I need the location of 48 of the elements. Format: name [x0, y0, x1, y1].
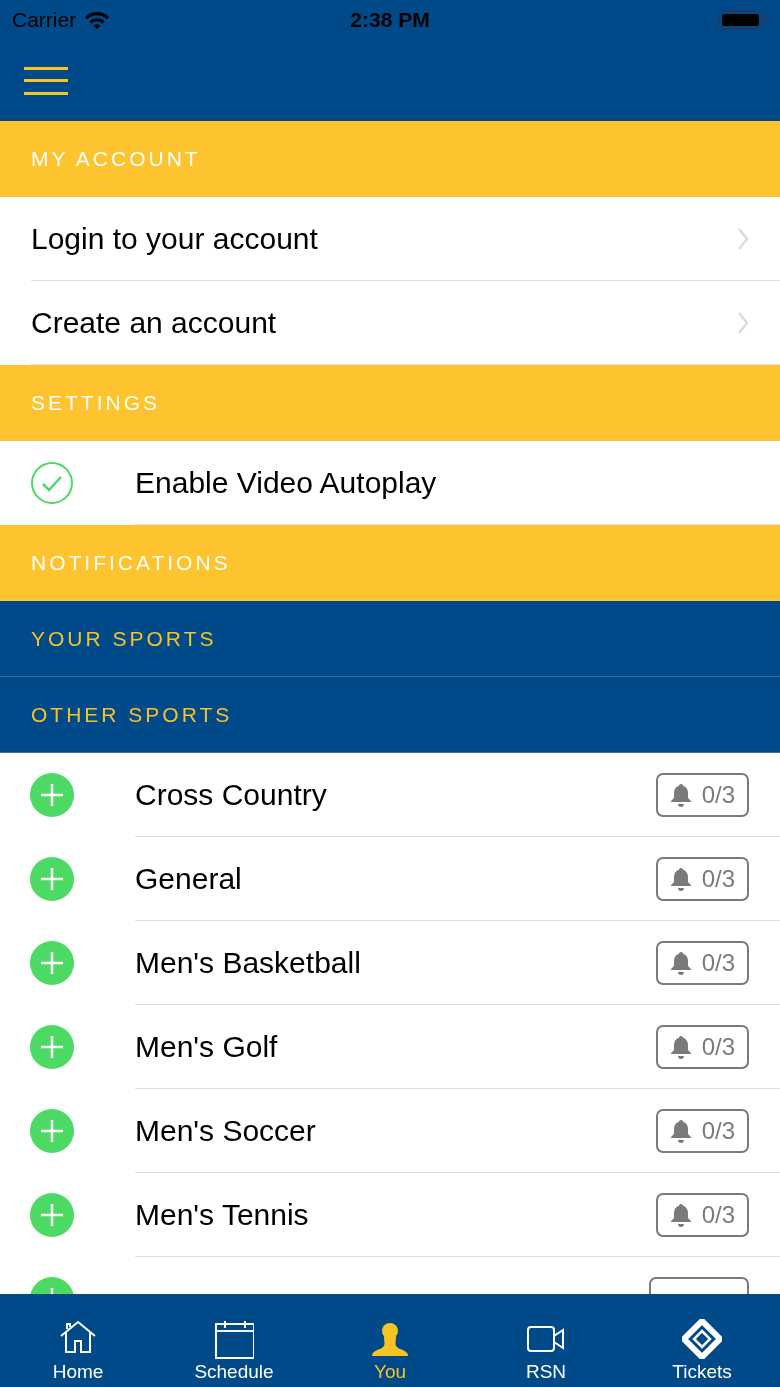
- notification-count-button[interactable]: 0/3: [655, 1024, 749, 1069]
- sport-name: Men's Soccer: [135, 1113, 317, 1148]
- bell-icon: [669, 1034, 692, 1059]
- plus-icon: [30, 1193, 74, 1237]
- bell-icon: [669, 1118, 692, 1143]
- notification-count-button[interactable]: 0/3: [655, 1192, 749, 1237]
- notification-count-button[interactable]: 0/3: [655, 772, 749, 817]
- carrier-label: Carrier: [12, 8, 77, 32]
- notification-count-button[interactable]: 0/3: [655, 940, 749, 985]
- battery-icon: [718, 9, 768, 31]
- section-header: SETTINGS: [0, 365, 780, 441]
- row-label: Create an account: [31, 305, 278, 340]
- tab-item[interactable]: You: [312, 1294, 468, 1387]
- sport-name: General: [135, 861, 243, 896]
- setting-label: Enable Video Autoplay: [135, 465, 438, 500]
- bell-icon: [669, 950, 692, 975]
- menu-button[interactable]: [24, 66, 68, 95]
- plus-icon: [30, 1109, 74, 1153]
- bell-icon: [669, 866, 692, 891]
- section-header: MY ACCOUNT: [0, 121, 780, 197]
- section-header: NOTIFICATIONS: [0, 525, 780, 601]
- calendar-icon: [214, 1319, 254, 1359]
- group-header[interactable]: OTHER SPORTS: [0, 677, 780, 753]
- ticket-icon: [682, 1319, 722, 1359]
- sport-name: Men's Tennis: [135, 1197, 310, 1232]
- sport-name: Men's Basketball: [135, 945, 362, 980]
- clock-time: 2:38 PM: [350, 8, 430, 32]
- plus-icon: [30, 1025, 74, 1069]
- plus-icon: [30, 941, 74, 985]
- checkbox[interactable]: [30, 461, 74, 505]
- wifi-icon: [84, 10, 111, 30]
- plus-icon: [30, 773, 74, 817]
- bell-icon: [669, 782, 692, 807]
- bell-icon: [669, 1202, 692, 1227]
- tab-item[interactable]: Schedule: [156, 1294, 312, 1387]
- notification-count-button[interactable]: 0/3: [655, 856, 749, 901]
- row-label: Login to your account: [31, 221, 319, 256]
- group-header[interactable]: YOUR SPORTS: [0, 601, 780, 677]
- plus-icon: [30, 857, 74, 901]
- notification-count-button[interactable]: 0/3: [655, 1108, 749, 1153]
- sport-name: Men's Golf: [135, 1029, 279, 1064]
- tab-item[interactable]: RSN: [468, 1294, 624, 1387]
- tab-item[interactable]: Home: [0, 1294, 156, 1387]
- chevron-icon: [737, 226, 749, 251]
- sport-name: Cross Country: [135, 777, 328, 812]
- tab-item[interactable]: Tickets: [624, 1294, 780, 1387]
- menu-icon: [24, 66, 68, 95]
- chevron-icon: [737, 310, 749, 335]
